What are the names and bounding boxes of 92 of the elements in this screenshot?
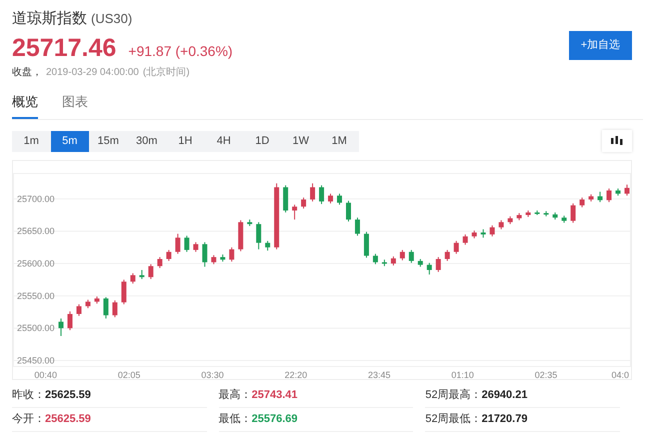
y-axis-label: 25550.00	[17, 290, 55, 301]
candlestick	[490, 224, 495, 237]
candlestick	[606, 188, 612, 203]
stat-label: 最低：	[218, 412, 252, 428]
timezone-label: (北京时间)	[142, 66, 190, 80]
y-axis-label: 25500.00	[17, 323, 55, 334]
period-button[interactable]: 1W	[282, 130, 320, 152]
candlestick	[121, 279, 126, 305]
x-axis-label: 02:05	[116, 369, 142, 382]
x-axis-label: 00:40	[33, 369, 58, 382]
candlestick	[193, 242, 198, 252]
period-button[interactable]: 5m	[50, 130, 89, 152]
x-axis-label: 03:30	[200, 369, 225, 382]
y-axis-label: 25450.00	[17, 356, 55, 366]
candlestick	[292, 204, 298, 220]
price-change: +91.87 (+0.36%)	[128, 42, 233, 61]
candlestick	[570, 202, 576, 224]
candlestick	[229, 246, 234, 262]
candlestick	[103, 296, 108, 319]
period-button[interactable]: 1H	[166, 130, 204, 152]
instrument-name: 道琼斯指数	[12, 9, 87, 29]
period-button[interactable]: 1M	[320, 130, 358, 152]
period-button[interactable]: 15m	[89, 130, 128, 152]
candlestick	[337, 193, 342, 206]
candlestick	[400, 249, 405, 261]
stat-value: 26940.21	[482, 388, 528, 404]
candlestick	[346, 200, 351, 222]
candlestick	[301, 197, 306, 210]
period-button[interactable]: 4H	[204, 130, 243, 152]
y-axis-label: 25600.00	[17, 258, 55, 269]
candlestick	[166, 249, 172, 262]
candlestick-icon	[610, 136, 624, 146]
candlestick	[319, 184, 324, 205]
period-button[interactable]: 1D	[243, 130, 282, 152]
x-axis-label: 22:20	[284, 369, 308, 382]
y-axis-label: 25650.00	[17, 226, 55, 236]
x-axis-label: 01:10	[450, 369, 475, 382]
period-button[interactable]: 1m	[12, 130, 50, 152]
candlestick	[184, 235, 190, 252]
period-button[interactable]: 30m	[128, 130, 166, 152]
candlestick	[310, 182, 316, 202]
x-axis-label: 04:0	[610, 369, 630, 382]
candlestick	[444, 249, 450, 262]
candlestick	[157, 256, 162, 269]
candlestick-toggle-button[interactable]	[602, 130, 632, 152]
candlestick	[372, 253, 378, 265]
candlestick	[580, 197, 585, 208]
candlestick	[130, 272, 136, 284]
candlestick	[256, 222, 262, 250]
y-axis-label: 25700.00	[17, 194, 55, 204]
price-value: 25717.46	[12, 32, 116, 62]
candlestick	[454, 240, 459, 254]
stat-value: 25625.59	[45, 412, 91, 428]
candlestick	[112, 300, 118, 318]
stat-label: 52周最低：	[425, 412, 482, 428]
candlestick	[462, 234, 468, 246]
tab[interactable]: 图表	[62, 92, 88, 119]
candlestick	[390, 256, 396, 266]
candlestick	[598, 191, 603, 203]
candlestick	[426, 262, 432, 276]
candlestick	[211, 254, 216, 265]
candlestick	[58, 318, 64, 336]
stat-label: 最高：	[218, 388, 252, 404]
candlestick	[498, 220, 504, 230]
add-watchlist-button[interactable]: +加自选	[569, 31, 632, 60]
stat-label: 今开：	[12, 412, 45, 428]
candlestick	[283, 184, 288, 213]
stat-value: 25576.69	[252, 412, 298, 428]
candlestick	[436, 256, 441, 272]
candlestick	[408, 249, 414, 264]
candlestick	[328, 193, 334, 204]
close-label: 收盘，	[12, 66, 42, 80]
tab[interactable]: 概览	[12, 92, 38, 119]
candlestick	[148, 264, 154, 280]
candlestick	[175, 233, 180, 254]
x-axis-label: 23:45	[366, 369, 392, 382]
stat-value: 25743.41	[252, 388, 298, 404]
candlestick	[202, 242, 208, 268]
candlestick	[624, 184, 630, 196]
close-time: 2019-03-29 04:00:00	[46, 66, 139, 80]
x-axis-label: 02:35	[534, 369, 558, 382]
candlestick	[139, 270, 144, 280]
stat-value: 21720.79	[482, 412, 528, 428]
stat-label: 52周最高：	[425, 388, 482, 404]
instrument-code: (US30)	[91, 10, 132, 28]
candlestick	[265, 240, 270, 252]
candlestick	[67, 310, 72, 331]
stat-label: 昨收：	[12, 388, 45, 404]
candlestick	[354, 217, 360, 236]
candlestick	[364, 231, 369, 258]
candlestick	[76, 304, 82, 316]
stat-value: 25625.59	[45, 388, 91, 404]
